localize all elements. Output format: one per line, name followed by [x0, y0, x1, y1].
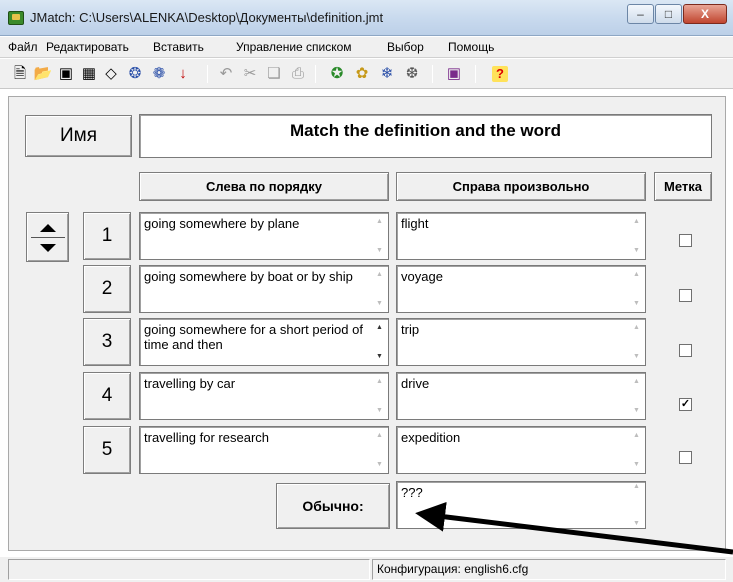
- menu-manage-list[interactable]: Управление списком: [236, 40, 352, 54]
- scrollbar[interactable]: [373, 267, 387, 311]
- scrollbar[interactable]: [630, 483, 644, 527]
- title-bar: JMatch: C:\Users\ALENKA\Desktop\Документ…: [0, 0, 733, 36]
- new-icon[interactable]: 🗎: [10, 64, 30, 84]
- toolbar-separator: [207, 65, 208, 83]
- right-item-field[interactable]: flight: [396, 212, 646, 260]
- scrollbar[interactable]: [373, 320, 387, 364]
- right-item-field[interactable]: voyage: [396, 265, 646, 313]
- left-item-text: travelling for research: [144, 430, 269, 445]
- window-title: JMatch: C:\Users\ALENKA\Desktop\Документ…: [30, 10, 384, 25]
- right-item-field[interactable]: drive: [396, 372, 646, 420]
- toolbar-separator: [432, 65, 433, 83]
- scrollbar[interactable]: [630, 320, 644, 364]
- toolbar-separator: [475, 65, 476, 83]
- save-icon[interactable]: ▣: [56, 64, 76, 84]
- right-item-text: trip: [401, 322, 420, 337]
- help-icon[interactable]: ?: [492, 66, 508, 82]
- right-item-text: voyage: [401, 269, 443, 284]
- paste-icon[interactable]: ⎙: [288, 64, 308, 84]
- fix-checkbox[interactable]: [679, 234, 692, 247]
- scrollbar[interactable]: [630, 267, 644, 311]
- menu-edit[interactable]: Редактировать: [46, 40, 129, 54]
- scrollbar[interactable]: [373, 214, 387, 258]
- export-down-icon[interactable]: ↓: [173, 64, 193, 84]
- export-drag-icon[interactable]: ❁: [149, 64, 169, 84]
- config-load-icon[interactable]: ✿: [352, 64, 372, 84]
- fix-checkbox[interactable]: [679, 344, 692, 357]
- undo-icon[interactable]: ↶: [216, 64, 236, 84]
- save-as-icon[interactable]: ▦: [79, 64, 99, 84]
- checkmark-icon: ✓: [680, 398, 691, 410]
- config-options-icon[interactable]: ❆: [402, 64, 422, 84]
- menu-file[interactable]: Файл: [8, 40, 38, 54]
- left-item-field[interactable]: travelling for research: [139, 426, 389, 474]
- scrollbar[interactable]: [373, 428, 387, 472]
- menu-insert[interactable]: Вставить: [153, 40, 204, 54]
- scrollbar[interactable]: [630, 214, 644, 258]
- toolbar: 🗎 📂 ▣ ▦ ◇ ❂ ❁ ↓ ↶ ✂ ❏ ⎙ ✪ ✿ ❄ ❆ ▣ ?: [0, 59, 733, 89]
- fix-checkbox[interactable]: [679, 289, 692, 302]
- row-number-button[interactable]: 4: [83, 372, 131, 420]
- fix-checkbox[interactable]: [679, 451, 692, 464]
- default-field[interactable]: ???: [396, 481, 646, 529]
- row-number-button[interactable]: 5: [83, 426, 131, 474]
- default-text: ???: [401, 485, 423, 500]
- clear-icon[interactable]: ◇: [101, 64, 121, 84]
- app-icon: [8, 11, 24, 25]
- exercise-title-field[interactable]: Match the definition and the word: [139, 114, 712, 158]
- left-item-field[interactable]: going somewhere by plane: [139, 212, 389, 260]
- row-move-buttons[interactable]: [26, 212, 69, 262]
- row-number-button[interactable]: 2: [83, 265, 131, 313]
- default-button[interactable]: Обычно:: [276, 483, 390, 529]
- status-pane-empty: [8, 559, 370, 580]
- menu-options[interactable]: Выбор: [387, 40, 424, 54]
- config-save-icon[interactable]: ❄: [377, 64, 397, 84]
- export-html-icon[interactable]: ❂: [125, 64, 145, 84]
- minimize-button[interactable]: –: [627, 4, 654, 24]
- menu-bar: Файл Редактировать Вставить Управление с…: [0, 37, 733, 58]
- right-item-text: drive: [401, 376, 430, 391]
- scrollbar[interactable]: [630, 374, 644, 418]
- left-item-text: going somewhere by boat or by ship: [144, 269, 353, 284]
- row-number-button[interactable]: 3: [83, 318, 131, 366]
- left-item-field[interactable]: travelling by car: [139, 372, 389, 420]
- right-item-text: flight: [401, 216, 429, 231]
- fix-column-header: Метка: [654, 172, 712, 201]
- fix-checkbox[interactable]: ✓: [679, 398, 692, 411]
- copy-icon[interactable]: ❏: [264, 64, 284, 84]
- left-item-text: travelling by car: [144, 376, 236, 391]
- move-down-icon[interactable]: [40, 244, 56, 252]
- left-item-field[interactable]: going somewhere by boat or by ship: [139, 265, 389, 313]
- exercise-icon[interactable]: ▣: [444, 64, 464, 84]
- name-button[interactable]: Имя: [25, 115, 132, 157]
- arrow-divider: [31, 237, 65, 238]
- status-config: Конфигурация: english6.cfg: [372, 559, 726, 580]
- status-bar: Конфигурация: english6.cfg: [0, 557, 733, 582]
- close-button[interactable]: X: [683, 4, 727, 24]
- right-item-field[interactable]: expedition: [396, 426, 646, 474]
- right-column-header: Справа произвольно: [396, 172, 646, 201]
- row-number-button[interactable]: 1: [83, 212, 131, 260]
- left-item-text: going somewhere for a short period of ti…: [144, 322, 363, 352]
- right-item-text: expedition: [401, 430, 461, 445]
- open-icon[interactable]: 📂: [33, 64, 53, 84]
- maximize-button[interactable]: □: [655, 4, 682, 24]
- left-item-field[interactable]: going somewhere for a short period of ti…: [139, 318, 389, 366]
- left-item-text: going somewhere by plane: [144, 216, 300, 231]
- config-icon[interactable]: ✪: [327, 64, 347, 84]
- toolbar-separator: [315, 65, 316, 83]
- left-column-header: Слева по порядку: [139, 172, 389, 201]
- move-up-icon[interactable]: [40, 224, 56, 232]
- scrollbar[interactable]: [373, 374, 387, 418]
- cut-icon[interactable]: ✂: [240, 64, 260, 84]
- right-item-field[interactable]: trip: [396, 318, 646, 366]
- menu-help[interactable]: Помощь: [448, 40, 494, 54]
- scrollbar[interactable]: [630, 428, 644, 472]
